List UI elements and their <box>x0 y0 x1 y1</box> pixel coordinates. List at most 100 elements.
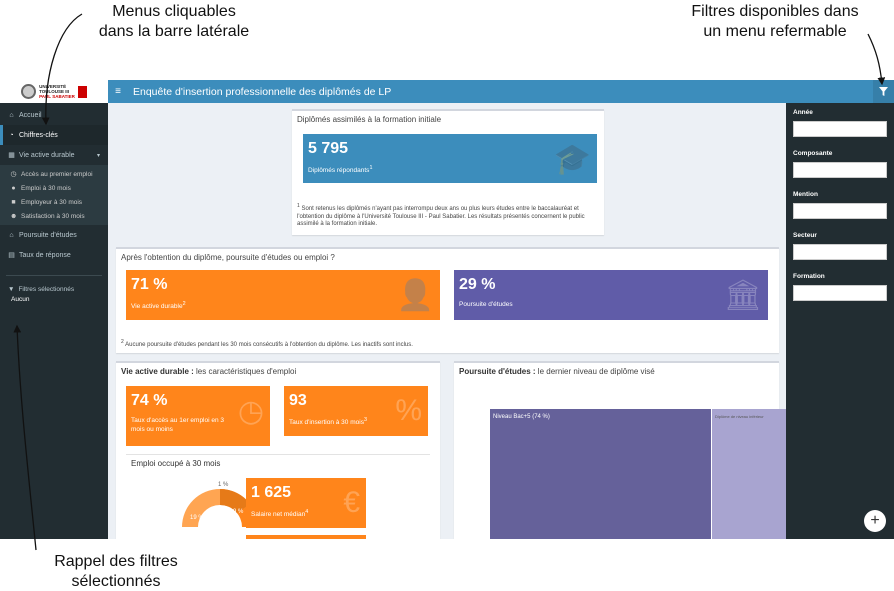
arrow-filters <box>867 33 886 86</box>
grid-icon: ▦ <box>8 152 15 159</box>
box-vie-active: Vie active durable : les caractéristique… <box>116 361 440 539</box>
institution-icon: 🏛 <box>723 279 762 312</box>
funnel-icon <box>879 87 888 96</box>
treemap-cell[interactable] <box>490 409 711 539</box>
footnote-text: Aucune poursuite d'études pendant les 30… <box>125 342 413 348</box>
sidebar-subitem-acces[interactable]: ◷ Accès au premier emploi <box>0 167 108 181</box>
dashboard-icon: ◔ <box>9 131 14 139</box>
sidebar-item-label: Vie active durable <box>19 151 75 159</box>
tile-label-text: Salaire net médian <box>251 511 306 519</box>
timer-icon: ◷ <box>10 171 17 178</box>
euro-icon: € <box>343 486 360 519</box>
sidebar-item-poursuite[interactable]: ⌂ Poursuite d'études <box>0 225 108 245</box>
smile-icon: ☻ <box>10 212 18 220</box>
sidebar-item-label: Poursuite d'études <box>19 231 77 239</box>
treemap-cell[interactable] <box>712 409 786 539</box>
donut-label: 1 % <box>218 482 229 488</box>
page-title: Enquête d'insertion professionnelle des … <box>133 85 392 98</box>
sidebar-item-chiffres-cles[interactable]: ◔ Chiffres-clés <box>0 125 108 145</box>
sidebar-item-accueil[interactable]: ⌂ Accueil <box>0 105 108 125</box>
donut-label: 9 % <box>233 509 244 515</box>
logo-mark-icon <box>77 85 87 98</box>
filter-panel: Année Composante Mention Secteur Formati… <box>786 103 894 539</box>
filter-input-composante[interactable] <box>793 162 887 178</box>
callout-filters-text: Filtres disponibles dans un menu referma… <box>691 3 859 40</box>
percent-icon: % <box>395 394 422 427</box>
add-button[interactable]: + <box>864 510 886 532</box>
footnote-num: 2 <box>121 339 124 345</box>
filter-input-annee[interactable] <box>793 121 887 137</box>
tile-value: 1 625 <box>251 484 292 501</box>
logo-text: UNIVERSITÉ TOULOUSE III PAUL SABATIER <box>39 84 75 99</box>
sidebar-subitem-emploi[interactable]: ● Emploi à 30 mois <box>0 181 108 195</box>
box-diplomes: Diplômés assimilés à la formation initia… <box>292 109 604 235</box>
footnote-ref: 2 <box>182 301 186 307</box>
filter-label-secteur: Secteur <box>793 232 817 239</box>
tile-salaire: 1 625 Salaire net médian4 € <box>246 478 366 528</box>
selected-filters-label: Filtres sélectionnés <box>18 285 75 293</box>
box-poursuite-etudes: Poursuite d'études : le dernier niveau d… <box>454 361 786 539</box>
graduation-cap-icon: 🎓 <box>553 143 591 176</box>
treemap-chart: Niveau Bac+5 (74 %) Diplôme de niveau inf… <box>490 409 786 539</box>
screenshot-stage: Menus cliquables dans la barre latérale … <box>0 0 894 591</box>
title-rest: le dernier niveau de diplôme visé <box>535 367 655 376</box>
tile-label: Taux d'insertion à 30 mois3 <box>289 416 367 427</box>
tile-value: 5 795 <box>308 140 349 157</box>
sidebar-submenu: ◷ Accès au premier emploi ● Emploi à 30 … <box>0 165 108 225</box>
tile-label: Taux d'accès au 1er emploi en 3 mois ou … <box>131 417 225 433</box>
sidebar: UNIVERSITÉ TOULOUSE III PAUL SABATIER ⌂ … <box>0 80 108 539</box>
sidebar-subitem-label: Satisfaction à 30 mois <box>21 212 85 220</box>
filter-toggle-button[interactable] <box>873 80 894 103</box>
tile-label-text: Diplômés répondants <box>308 167 370 175</box>
person-icon: 👤 <box>396 279 434 312</box>
top-bar: ≡ Enquête d'insertion professionnelle de… <box>108 80 894 103</box>
footnote-ref: 1 <box>369 165 373 171</box>
tile-vie-active: 71 % Vie active durable2 👤 <box>126 270 440 320</box>
box-diplomes-note: 1 Sont retenus les diplômés n'ayant pas … <box>297 203 599 229</box>
box-poursuite-emploi-note: 2 Aucune poursuite d'études pendant les … <box>121 339 771 350</box>
title-bold: Vie active durable : <box>121 367 194 376</box>
tile-label: Poursuite d'études <box>459 301 513 308</box>
filter-icon: ▼ <box>8 285 15 293</box>
tile-value: 93 <box>289 392 307 409</box>
box-diplomes-title: Diplômés assimilés à la formation initia… <box>297 115 442 124</box>
box-poursuite-emploi: Après l'obtention du diplôme, poursuite … <box>116 247 779 353</box>
app-window: UNIVERSITÉ TOULOUSE III PAUL SABATIER ⌂ … <box>0 80 894 539</box>
selected-filters-title: ▼ Filtres sélectionnés <box>0 282 108 296</box>
sidebar-item-vie-active[interactable]: ▦ Vie active durable ▾ <box>0 145 108 165</box>
filter-label-formation: Formation <box>793 273 825 280</box>
panel-emploi-occupe-title: Emploi occupé à 30 mois <box>131 459 221 468</box>
sidebar-item-taux-reponse[interactable]: ▤ Taux de réponse <box>0 245 108 265</box>
treemap-label: Niveau Bac+5 (74 %) <box>493 414 550 420</box>
timer-icon: ◷ <box>237 395 264 428</box>
filter-label-composante: Composante <box>793 150 833 157</box>
title-bold: Poursuite d'études : <box>459 367 536 376</box>
sidebar-subitem-employeur[interactable]: ■ Employeur à 30 mois <box>0 195 108 209</box>
logo-line3: PAUL SABATIER <box>39 94 75 99</box>
tile-value: 71 % <box>131 276 168 293</box>
tile-label: Diplômés répondants1 <box>308 164 372 175</box>
footnote-num: 1 <box>297 203 300 209</box>
sidebar-item-label: Accueil <box>19 111 42 119</box>
university-logo[interactable]: UNIVERSITÉ TOULOUSE III PAUL SABATIER <box>0 80 108 103</box>
sidebar-subitem-label: Emploi à 30 mois <box>21 184 71 192</box>
chevron-down-icon: ▾ <box>96 152 100 159</box>
title-rest: les caractéristiques d'emploi <box>193 367 297 376</box>
filter-input-formation[interactable] <box>793 285 887 301</box>
callout-recap-text: Rappel des filtres sélectionnés <box>54 553 178 590</box>
callout-recap: Rappel des filtres sélectionnés <box>46 552 186 591</box>
box-poursuite-etudes-title: Poursuite d'études : le dernier niveau d… <box>454 363 779 379</box>
filter-input-secteur[interactable] <box>793 244 887 260</box>
filter-input-mention[interactable] <box>793 203 887 219</box>
user-icon: ● <box>11 184 16 192</box>
donut-slice <box>182 489 220 527</box>
tile-label-text: Taux d'insertion à 30 mois <box>289 419 364 427</box>
building-icon: ■ <box>11 198 16 206</box>
hamburger-menu-icon[interactable]: ≡ <box>108 86 128 97</box>
selected-filters-value: Aucun <box>11 296 30 303</box>
tile-acces-emploi: 74 % Taux d'accès au 1er emploi en 3 moi… <box>126 386 270 446</box>
tile-partial <box>246 535 366 539</box>
callout-filters: Filtres disponibles dans un menu referma… <box>684 2 866 42</box>
sidebar-subitem-satisfaction[interactable]: ☻ Satisfaction à 30 mois <box>0 209 108 223</box>
box-poursuite-emploi-title: Après l'obtention du diplôme, poursuite … <box>121 253 335 262</box>
